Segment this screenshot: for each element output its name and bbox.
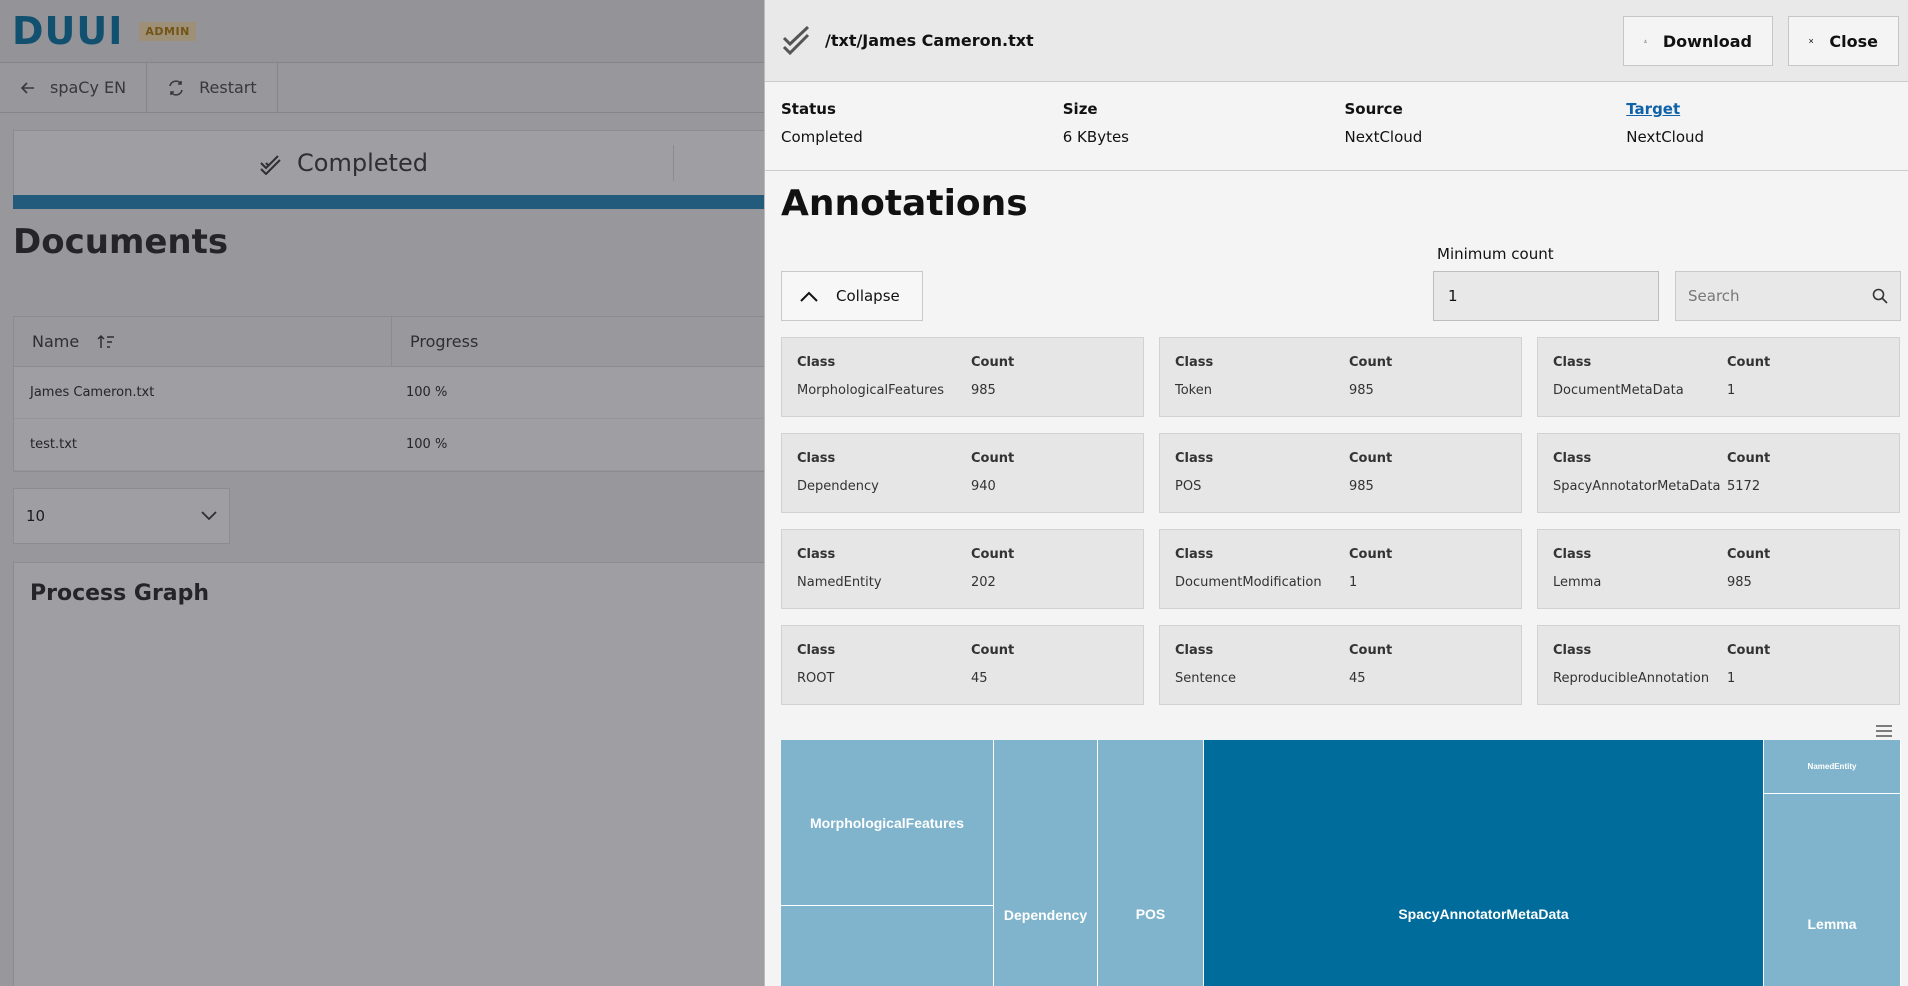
treemap-pos[interactable]: POS <box>1098 740 1204 986</box>
download-icon <box>1644 39 1647 43</box>
document-drawer: /txt/James Cameron.txt Download Close St… <box>764 0 1908 986</box>
meta-size: Size 6 KBytes <box>1062 100 1129 146</box>
annotation-card: Class Count ReproducibleAnnotation 1 <box>1537 625 1900 705</box>
drawer-title: /txt/James Cameron.txt <box>825 31 1034 50</box>
annotations-title: Annotations <box>781 183 1028 224</box>
meta-source: Source NextCloud <box>1344 100 1423 146</box>
chevron-up-icon <box>800 291 818 302</box>
annotation-treemap: MorphologicalFeatures Dependency POS Spa… <box>781 740 1901 986</box>
meta-target: Target NextCloud <box>1626 100 1908 170</box>
close-button[interactable]: Close <box>1788 16 1899 66</box>
treemap-token[interactable] <box>781 906 994 986</box>
annotation-card: Class Count DocumentModification 1 <box>1159 529 1522 609</box>
double-check-icon <box>782 25 810 55</box>
target-link[interactable]: Target <box>1626 100 1908 118</box>
min-count-label: Minimum count <box>1437 245 1554 263</box>
annotation-card: Class Count Dependency 940 <box>781 433 1144 513</box>
treemap-lemma[interactable]: Lemma <box>1764 794 1901 986</box>
annotation-card: Class Count SpacyAnnotatorMetaData 5172 <box>1537 433 1900 513</box>
annotation-card: Class Count Token 985 <box>1159 337 1522 417</box>
menu-icon[interactable] <box>1875 724 1893 738</box>
collapse-button[interactable]: Collapse <box>781 271 923 321</box>
min-count-input[interactable]: 1 <box>1433 271 1659 321</box>
treemap-morphologicalfeatures[interactable]: MorphologicalFeatures <box>781 740 994 906</box>
close-icon <box>1809 38 1814 44</box>
search-icon <box>1872 288 1888 304</box>
annotation-grid: Class Count MorphologicalFeatures 985 Class… <box>781 337 1901 705</box>
annotation-card: Class Count MorphologicalFeatures 985 <box>781 337 1144 417</box>
annotation-card: Class Count DocumentMetaData 1 <box>1537 337 1900 417</box>
document-meta: Status Completed Size 6 KBytes Source Ne… <box>765 82 1908 171</box>
annotation-card: Class Count ROOT 45 <box>781 625 1144 705</box>
annotation-card: Class Count POS 985 <box>1159 433 1522 513</box>
annotation-card: Class Count Sentence 45 <box>1159 625 1522 705</box>
search-input[interactable]: Search <box>1675 271 1901 321</box>
annotation-card: Class Count NamedEntity 202 <box>781 529 1144 609</box>
treemap-dependency[interactable]: Dependency <box>994 740 1098 986</box>
meta-status: Status Completed <box>781 100 863 146</box>
download-button[interactable]: Download <box>1623 16 1773 66</box>
treemap-namedentity[interactable]: NamedEntity <box>1764 740 1901 794</box>
treemap-spacyannotatormetadata[interactable]: SpacyAnnotatorMetaData <box>1204 740 1764 986</box>
annotation-card: Class Count Lemma 985 <box>1537 529 1900 609</box>
drawer-header: /txt/James Cameron.txt Download Close <box>765 0 1908 82</box>
